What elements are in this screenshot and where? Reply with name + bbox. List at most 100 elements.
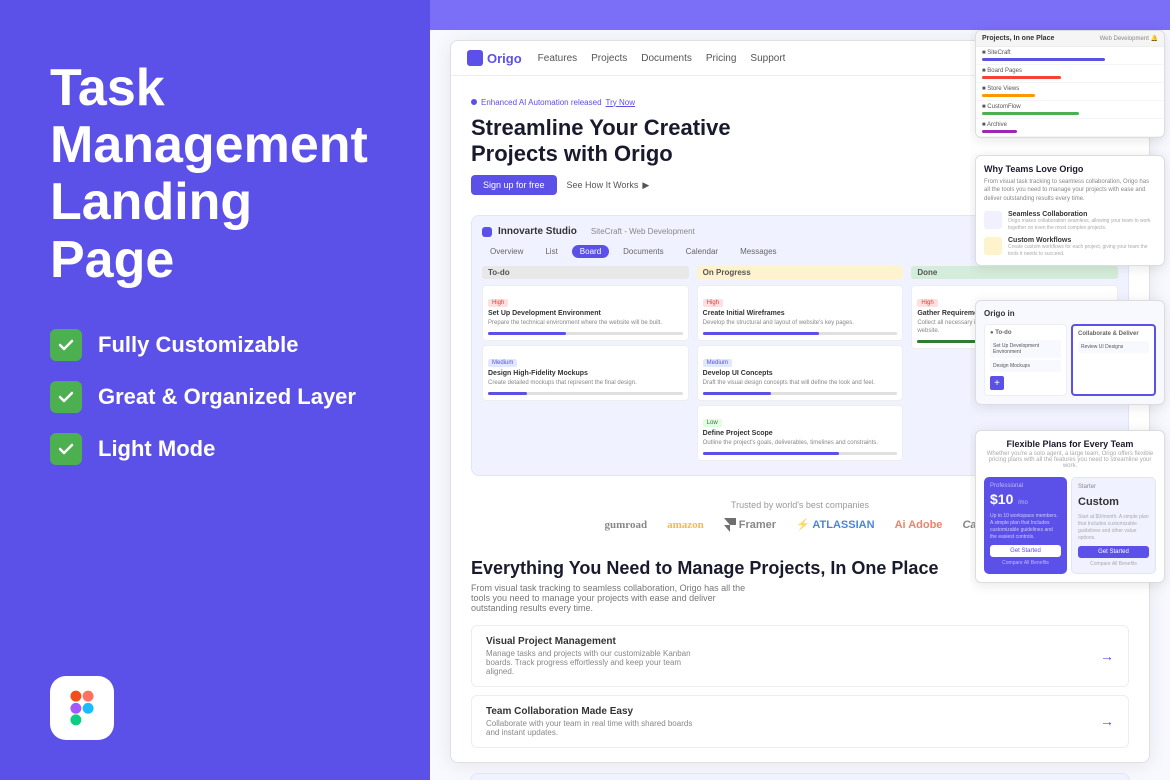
kanban-project: SiteCraft - Web Development <box>591 227 695 236</box>
kanban-card: Low Define Project Scope Outline the pro… <box>697 405 904 461</box>
hero-primary-button[interactable]: Sign up for free <box>471 175 557 195</box>
top-strip <box>430 0 1170 30</box>
col-header-done: Done <box>911 266 1118 279</box>
hero-buttons: Sign up for free See How It Works ▶ <box>471 175 1129 195</box>
card-title: Develop UI Concepts <box>703 370 898 377</box>
feature-text-2: Great & Organized Layer <box>98 384 356 410</box>
card-tag: High <box>488 299 508 307</box>
col-header-todo: To-do <box>482 266 689 279</box>
kanban-workspace: Innovarte Studio <box>498 226 577 237</box>
features-title: Everything You Need to Manage Projects, … <box>471 558 1129 579</box>
feature-card-2-desc: Collaborate with your team in real time … <box>486 719 706 737</box>
card-desc: Outline the project's goals, deliverable… <box>703 440 898 448</box>
hero-badge-text: Enhanced AI Automation released <box>481 98 602 107</box>
feature-card-1-content: Visual Project Management Manage tasks a… <box>486 636 706 676</box>
feature-card-1-arrow[interactable]: → <box>1100 648 1114 664</box>
nav-projects[interactable]: Projects <box>591 53 627 64</box>
logo-atlassian: ⚡ ATLASSIAN <box>796 518 874 531</box>
kanban-columns: To-do High Set Up Development Environmen… <box>482 266 1118 464</box>
hero-badge-dot <box>471 99 477 105</box>
nav-documents[interactable]: Documents <box>641 53 692 64</box>
feature-item-2: Great & Organized Layer <box>50 381 380 413</box>
kanban-header: Innovarte Studio SiteCraft - Web Develop… <box>482 226 1118 237</box>
logo-framer: Framer <box>724 518 776 532</box>
nav-links: Features Projects Documents Pricing Supp… <box>538 53 786 64</box>
tab-documents[interactable]: Documents <box>615 245 671 258</box>
feature-card-2-content: Team Collaboration Made Easy Collaborate… <box>486 706 706 737</box>
browser-mockup: Origo Features Projects Documents Pricin… <box>450 40 1150 763</box>
kanban-logo <box>482 227 492 237</box>
logo-amazon: amazon <box>667 519 704 531</box>
card-tag: Medium <box>703 359 732 367</box>
card-progress-bar <box>488 332 683 335</box>
tab-messages[interactable]: Messages <box>732 245 784 258</box>
logo-adobe: Ai Adobe <box>895 519 943 531</box>
feature-card-1: Visual Project Management Manage tasks a… <box>471 625 1129 687</box>
card-desc: Prepare the technical environment where … <box>488 320 683 328</box>
nav-logo: Origo <box>467 50 522 66</box>
scroll-content[interactable]: Origo Features Projects Documents Pricin… <box>430 30 1170 780</box>
tab-board[interactable]: Board <box>572 245 609 258</box>
feature-text-3: Light Mode <box>98 436 215 462</box>
bottom-section: Innovarte Studio · SiteCraft - Web Devel… <box>450 773 1150 780</box>
card-title: Set Up Development Environment <box>488 310 683 317</box>
logo-gumroad: gumroad <box>605 519 648 531</box>
hero-secondary-label: See How It Works <box>567 180 639 190</box>
feature-list: Fully Customizable Great & Organized Lay… <box>50 329 380 465</box>
kanban-card: High Create Initial Wireframes Develop t… <box>697 285 904 341</box>
hero-secondary-button[interactable]: See How It Works ▶ <box>567 175 650 195</box>
feature-text-1: Fully Customizable <box>98 332 298 358</box>
card-title: Design High-Fidelity Mockups <box>488 370 683 377</box>
nav-logo-text: Origo <box>487 51 522 66</box>
nav-cta-button[interactable]: Sign Up for Free <box>1047 49 1133 67</box>
feature-card-1-title: Visual Project Management <box>486 636 706 647</box>
kanban-col-progress: On Progress High Create Initial Wirefram… <box>697 266 904 464</box>
card-progress-bar <box>703 332 898 335</box>
card-progress-bar <box>703 452 898 455</box>
trusted-label: Trusted by world's best companies <box>471 500 1129 510</box>
trusted-section: Trusted by world's best companies gumroa… <box>451 488 1149 544</box>
nav-signin[interactable]: Sign In <box>1000 53 1031 64</box>
card-title: Gather Requirements <box>917 310 1112 317</box>
feature-card-2: Team Collaboration Made Easy Collaborate… <box>471 695 1129 748</box>
feature-item-1: Fully Customizable <box>50 329 380 361</box>
logo-canva: Canva <box>962 519 995 531</box>
kanban-col-todo: To-do High Set Up Development Environmen… <box>482 266 689 464</box>
card-tag: High <box>703 299 723 307</box>
feature-cards: Visual Project Management Manage tasks a… <box>471 625 1129 748</box>
card-progress-bar <box>488 392 683 395</box>
card-tag: Medium <box>488 359 517 367</box>
tab-overview[interactable]: Overview <box>482 245 531 258</box>
card-title: Define Project Scope <box>703 430 898 437</box>
features-desc: From visual task tracking to seamless co… <box>471 583 751 613</box>
kanban-tabs: Overview List Board Documents Calendar M… <box>482 245 1118 258</box>
hero-badge-link[interactable]: Try Now <box>606 98 635 107</box>
bottom-kanban: Innovarte Studio · SiteCraft - Web Devel… <box>470 773 1130 780</box>
logo-row: gumroad amazon Framer ⚡ ATLASSIAN Ai Ado… <box>471 518 1129 532</box>
feature-card-1-desc: Manage tasks and projects with our custo… <box>486 649 706 676</box>
hero-section: Enhanced AI Automation released Try Now … <box>451 76 1149 215</box>
card-desc: Collect all necessary information, asset… <box>917 320 1112 336</box>
check-badge-2 <box>50 381 82 413</box>
nav-logo-dot <box>467 50 483 66</box>
hero-title: Streamline Your Creative Projects with O… <box>471 115 751 168</box>
card-progress-bar <box>703 392 898 395</box>
card-progress-bar <box>917 340 1112 343</box>
features-section: Everything You Need to Manage Projects, … <box>451 544 1149 762</box>
figma-logo <box>50 676 114 740</box>
feature-card-2-arrow[interactable]: → <box>1100 713 1114 729</box>
card-desc: Draft the visual design concepts that wi… <box>703 380 898 388</box>
left-panel: Task Management Landing Page Fully Custo… <box>0 0 430 780</box>
page-title: Task Management Landing Page <box>50 60 380 289</box>
card-title: Create Initial Wireframes <box>703 310 898 317</box>
nav-features[interactable]: Features <box>538 53 577 64</box>
nav-pricing[interactable]: Pricing <box>706 53 737 64</box>
kanban-col-done: Done High Gather Requirements Collect al… <box>911 266 1118 464</box>
feature-item-3: Light Mode <box>50 433 380 465</box>
card-desc: Create detailed mockups that represent t… <box>488 380 683 388</box>
nav-support[interactable]: Support <box>750 53 785 64</box>
nav-bar: Origo Features Projects Documents Pricin… <box>451 41 1149 76</box>
tab-list[interactable]: List <box>537 245 565 258</box>
check-badge-3 <box>50 433 82 465</box>
tab-calendar[interactable]: Calendar <box>678 245 726 258</box>
